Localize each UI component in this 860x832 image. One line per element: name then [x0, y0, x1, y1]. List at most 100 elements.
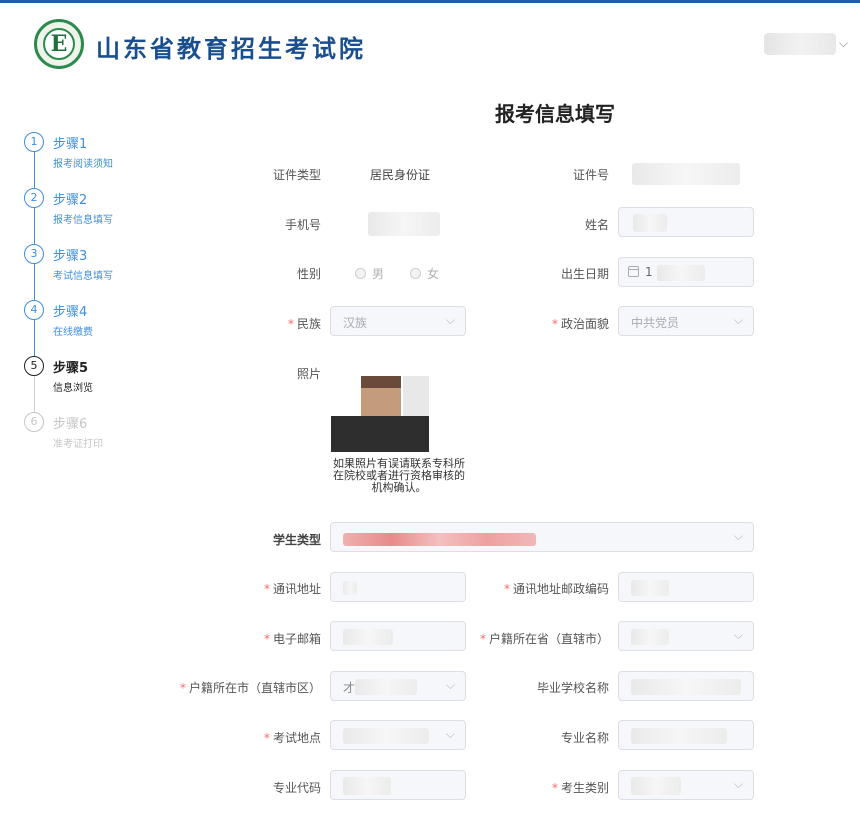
step-item-3[interactable]: 3 步骤3 考试信息填写 [24, 244, 184, 300]
step-number: 1 [24, 132, 44, 152]
hukou-province-select[interactable]: ⌵ [618, 621, 754, 651]
chevron-down-icon: ⌵ [733, 628, 743, 642]
step-connector [34, 152, 35, 188]
email-value-redacted [343, 629, 393, 645]
major-code-field[interactable] [330, 770, 466, 800]
step-number: 5 [24, 356, 44, 376]
name-field[interactable] [618, 207, 754, 237]
name-value-redacted [633, 214, 667, 232]
chevron-down-icon: ⌵ [445, 678, 455, 692]
logo-letter: E [43, 28, 75, 60]
chevron-down-icon: ⌵ [445, 727, 455, 741]
ethnicity-label: * 民族 [260, 315, 321, 332]
step-desc: 准考证打印 [53, 439, 103, 450]
political-select[interactable]: 中共党员 ⌵ [618, 306, 754, 336]
user-menu[interactable] [764, 33, 836, 55]
step-connector [34, 320, 35, 356]
gender-female-radio[interactable]: 女 [410, 265, 439, 282]
step-number: 4 [24, 300, 44, 320]
hukou-city-label-text: 户籍所在市（直辖市区） [188, 681, 321, 695]
chevron-down-icon: ⌵ [733, 777, 743, 791]
hukou-city-label: * 户籍所在市（直辖市区） [170, 679, 321, 696]
email-label: * 电子邮箱 [250, 630, 321, 647]
step-title: 步骤6 [53, 417, 88, 432]
radio-circle-icon [410, 268, 421, 279]
step-item-4[interactable]: 4 步骤4 在线缴费 [24, 300, 184, 356]
email-field[interactable] [330, 621, 466, 651]
hukou-city-value-redacted [355, 679, 417, 695]
gender-male-radio[interactable]: 男 [355, 265, 384, 282]
exam-site-select[interactable]: ⌵ [330, 720, 466, 750]
required-mark: * [263, 582, 270, 596]
birth-value-redacted [657, 265, 705, 281]
email-label-text: 电子邮箱 [272, 632, 321, 646]
step-desc: 在线缴费 [53, 327, 93, 338]
political-label-text: 政治面貌 [560, 317, 609, 331]
ethnicity-value: 汉族 [343, 316, 368, 330]
major-name-value-redacted [631, 728, 727, 744]
school-value-redacted [631, 679, 741, 695]
exam-site-label: * 考试地点 [250, 729, 321, 746]
step-connector [34, 376, 35, 412]
postal-field[interactable] [618, 572, 754, 602]
step-desc: 报考信息填写 [53, 215, 113, 226]
required-mark: * [551, 781, 558, 795]
postal-label-text: 通讯地址邮政编码 [512, 582, 609, 596]
chevron-down-icon[interactable]: ⌵ [839, 36, 848, 51]
id-type-value: 居民身份证 [370, 168, 431, 182]
chevron-down-icon: ⌵ [733, 529, 743, 543]
step-number: 2 [24, 188, 44, 208]
logo: E [34, 19, 84, 69]
birth-value: 1 [645, 265, 653, 279]
exam-site-value-redacted [343, 728, 429, 744]
step-desc: 考试信息填写 [53, 271, 113, 282]
school-field[interactable] [618, 671, 754, 701]
gender-label: 性别 [296, 267, 321, 281]
exam-site-label-text: 考试地点 [272, 731, 321, 745]
step-item-6: 6 步骤6 准考证打印 [24, 412, 184, 468]
birth-date-field[interactable]: 1 [618, 257, 754, 287]
political-label: * 政治面貌 [540, 315, 609, 332]
address-label: * 通讯地址 [250, 580, 321, 597]
major-name-field[interactable] [618, 720, 754, 750]
gender-female-text: 女 [427, 267, 440, 281]
photo-note: 如果照片有误请联系专科所在院校或者进行资格审核的机构确认。 [333, 457, 465, 494]
calendar-icon [628, 266, 639, 277]
chevron-down-icon: ⌵ [445, 313, 455, 327]
name-label: 姓名 [584, 218, 609, 232]
step-item-1[interactable]: 1 步骤1 报考阅读须知 [24, 132, 184, 188]
id-no-value-redacted [632, 163, 740, 185]
required-mark: * [503, 582, 510, 596]
step-title: 步骤5 [53, 361, 89, 376]
candidate-type-select[interactable]: ⌵ [618, 770, 754, 800]
hukou-city-select[interactable]: 才 ⌵ [330, 671, 466, 701]
step-title: 步骤3 [53, 249, 88, 264]
address-field[interactable] [330, 572, 466, 602]
birth-label: 出生日期 [560, 267, 609, 281]
major-code-value-redacted [343, 777, 391, 795]
step-item-5[interactable]: 5 步骤5 信息浏览 [24, 356, 184, 412]
candidate-type-value-redacted [631, 777, 681, 795]
step-number: 3 [24, 244, 44, 264]
id-type-label: 证件类型 [272, 168, 321, 182]
student-type-label: 学生类型 [272, 533, 321, 547]
address-label-text: 通讯地址 [272, 582, 321, 596]
photo-label: 照片 [296, 367, 321, 381]
required-mark: * [263, 632, 270, 646]
step-item-2[interactable]: 2 步骤2 报考信息填写 [24, 188, 184, 244]
step-list: 1 步骤1 报考阅读须知 2 步骤2 报考信息填写 3 步骤3 考试信息填写 4… [24, 132, 184, 468]
major-code-label: 专业代码 [272, 781, 321, 795]
candidate-type-label: * 考生类别 [530, 779, 609, 796]
ethnicity-select[interactable]: 汉族 ⌵ [330, 306, 466, 336]
step-connector [34, 208, 35, 244]
page-title: 报考信息填写 [495, 102, 615, 126]
step-title: 步骤4 [53, 305, 88, 320]
step-title: 步骤2 [53, 193, 88, 208]
radio-circle-icon [355, 268, 366, 279]
required-mark: * [480, 632, 486, 646]
hukou-city-value: 才 [343, 681, 356, 695]
step-title: 步骤1 [53, 137, 88, 152]
address-value-redacted [343, 581, 357, 595]
student-type-value-redacted [343, 533, 536, 546]
political-value: 中共党员 [631, 316, 680, 330]
